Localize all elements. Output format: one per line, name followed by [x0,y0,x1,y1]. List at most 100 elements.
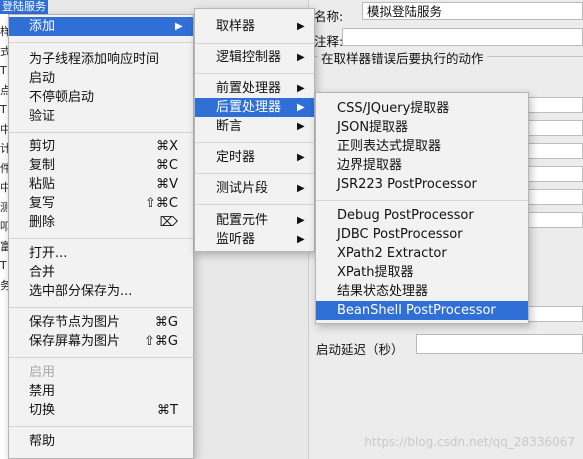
menu-item-label: 结果状态处理器 [337,284,429,299]
menu-item-merge[interactable]: 合并 [9,263,193,282]
menu-item-label: BeanShell PostProcessor [337,303,496,318]
menu-separator [9,238,193,239]
tree-selected-node[interactable]: 登陆服务 [0,0,48,14]
submenu-item-pre-processors[interactable]: 前置处理器 ▶ [195,79,314,98]
submenu-item-samplers[interactable]: 取样器 ▶ [195,17,314,36]
menu-item-label: 启用 [29,365,56,380]
option-field[interactable] [528,120,583,136]
name-label: 名称: [314,9,344,24]
shortcut-label: ⇧⌘C [145,196,178,211]
post-item-jsr223-postprocessor[interactable]: JSR223 PostProcessor [316,175,528,194]
submenu-arrow-icon: ▶ [297,121,305,132]
menu-item-label: XPath提取器 [337,265,414,280]
shortcut-label: ⌘G [154,315,178,330]
post-item-xpath-extractor[interactable]: XPath提取器 [316,263,528,282]
option-field[interactable] [528,212,583,228]
menu-item-copy[interactable]: 复制 ⌘C [9,156,193,175]
menu-item-label: 打开... [29,246,68,261]
tree-fragment: 计 [0,142,8,155]
watermark: https://blog.csdn.net/qq_28336067 [364,435,575,449]
post-item-xpath2-extractor[interactable]: XPath2 Extractor [316,244,528,263]
startup-delay-field[interactable] [416,334,583,354]
comment-field[interactable] [342,28,583,46]
menu-item-start[interactable]: 启动 [9,69,193,88]
tree-fragment: 点 [0,83,8,97]
menu-item-disable[interactable]: 禁用 [9,382,193,401]
option-field[interactable] [528,143,583,159]
menu-item-label: 删除 [29,215,56,230]
menu-item-label: JDBC PostProcessor [337,227,463,242]
menu-item-add-response-time[interactable]: 为子线程添加响应时间 [9,50,193,69]
menu-item-validate[interactable]: 验证 [9,107,193,126]
option-field[interactable] [528,189,583,205]
menu-separator [9,132,193,133]
menu-item-duplicate[interactable]: 复写 ⇧⌘C [9,194,193,213]
menu-item-open[interactable]: 打开... [9,244,193,263]
shortcut-label: ⇧⌘G [144,334,178,349]
delete-key-icon: ⌦ [159,215,178,230]
menu-item-label: 复写 [29,196,56,211]
name-field[interactable]: 模拟登陆服务 [362,2,583,20]
post-item-beanshell-postprocessor[interactable]: BeanShell PostProcessor [316,301,528,320]
post-item-css-jquery-extractor[interactable]: CSS/JQuery提取器 [316,99,528,118]
menu-item-label: JSON提取器 [337,120,409,135]
menu-item-label: 后置处理器 [216,100,282,115]
submenu-item-post-processors[interactable]: 后置处理器 ▶ [195,98,314,117]
menu-item-delete[interactable]: 删除 ⌦ [9,213,193,232]
menu-item-help[interactable]: 帮助 [9,432,193,451]
menu-item-save-screen-image[interactable]: 保存屏幕为图片 ⇧⌘G [9,332,193,351]
post-item-jdbc-postprocessor[interactable]: JDBC PostProcessor [316,225,528,244]
submenu-item-logic-controllers[interactable]: 逻辑控制器 ▶ [195,48,314,67]
menu-item-label: 为子线程添加响应时间 [29,52,160,67]
tree-fragment: 中 [0,122,8,136]
post-processors-submenu: CSS/JQuery提取器 JSON提取器 正则表达式提取器 边界提取器 JSR… [315,92,529,324]
submenu-item-assertions[interactable]: 断言 ▶ [195,117,314,136]
option-field[interactable] [528,97,583,113]
option-field[interactable] [528,166,583,182]
menu-item-label: 测试片段 [216,181,269,196]
menu-separator [9,307,193,308]
submenu-arrow-icon: ▶ [297,21,305,32]
menu-item-cut[interactable]: 剪切 ⌘X [9,137,193,156]
menu-item-toggle[interactable]: 切换 ⌘T [9,401,193,420]
option-field[interactable] [528,306,583,322]
submenu-item-listeners[interactable]: 监听器 ▶ [195,230,314,249]
post-item-debug-postprocessor[interactable]: Debug PostProcessor [316,206,528,225]
menu-item-start-no-pause[interactable]: 不停顿启动 [9,88,193,107]
menu-item-label: 取样器 [216,19,256,34]
menu-item-label: 帮助 [29,434,56,449]
menu-item-save-node-image[interactable]: 保存节点为图片 ⌘G [9,313,193,332]
menu-item-add[interactable]: 添加 ▶ [9,17,193,36]
submenu-arrow-icon: ▶ [297,183,305,194]
menu-separator [195,142,314,143]
menu-item-label: Debug PostProcessor [337,208,474,223]
menu-item-label: 逻辑控制器 [216,50,282,65]
post-item-json-extractor[interactable]: JSON提取器 [316,118,528,137]
submenu-item-timers[interactable]: 定时器 ▶ [195,148,314,167]
menu-item-label: 不停顿启动 [29,90,95,105]
tree-node-fragments: 样 式 T 点 T 中 计 件 中 测 叩 富 T 务 [0,22,8,295]
submenu-arrow-icon: ▶ [297,152,305,163]
menu-item-label: CSS/JQuery提取器 [337,101,450,116]
submenu-item-test-fragments[interactable]: 测试片段 ▶ [195,179,314,198]
submenu-arrow-icon: ▶ [297,52,305,63]
group-title: 在取样器错误后要执行的动作 [318,48,487,67]
menu-item-enable[interactable]: 启用 [9,363,193,382]
shortcut-label: ⌘T [157,403,178,418]
menu-item-label: 定时器 [216,150,256,165]
menu-separator [316,200,528,201]
menu-item-save-selection-as[interactable]: 选中部分保存为... [9,282,193,301]
menu-item-label: 选中部分保存为... [29,284,133,299]
post-item-regex-extractor[interactable]: 正则表达式提取器 [316,137,528,156]
submenu-item-config-elements[interactable]: 配置元件 ▶ [195,211,314,230]
menu-separator [195,173,314,174]
tree-fragment: 叩 [0,220,8,233]
submenu-arrow-icon: ▶ [297,83,305,94]
post-item-boundary-extractor[interactable]: 边界提取器 [316,156,528,175]
menu-item-paste[interactable]: 粘贴 ⌘V [9,175,193,194]
menu-item-label: 前置处理器 [216,81,282,96]
post-item-result-status-handler[interactable]: 结果状态处理器 [316,282,528,301]
menu-item-label: XPath2 Extractor [337,246,447,261]
submenu-arrow-icon: ▶ [297,234,305,245]
tree-fragment: 测 [0,200,8,214]
